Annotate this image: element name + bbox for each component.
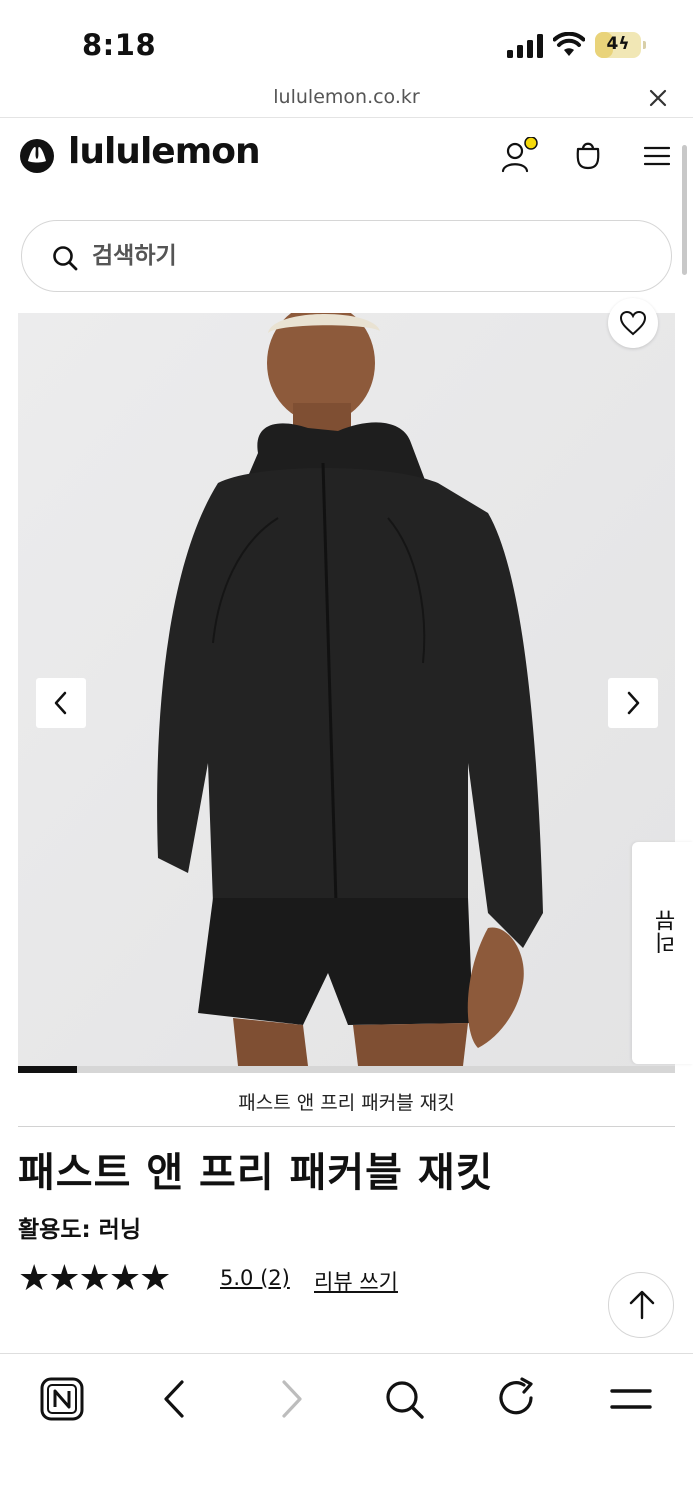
close-icon[interactable] (646, 86, 670, 110)
gallery-next-button[interactable] (608, 678, 658, 728)
tab-n-icon[interactable] (39, 1376, 85, 1422)
gallery-progress-bar (18, 1066, 675, 1073)
battery-level: 4ϟ (606, 34, 630, 54)
battery-icon: 4ϟ (595, 32, 647, 58)
shopping-bag-icon[interactable] (575, 139, 601, 171)
logo-text[interactable]: lululemon (68, 131, 261, 172)
account-icon[interactable] (500, 137, 542, 175)
chevron-left-icon (54, 691, 67, 715)
wishlist-button[interactable] (608, 298, 658, 348)
browser-toolbar (0, 1353, 693, 1500)
product-title: 패스트 앤 프리 패커블 재킷 (18, 1150, 494, 1196)
search-icon (53, 246, 78, 271)
status-bar: 8:18 4ϟ (0, 0, 693, 88)
arrow-up-icon (629, 1290, 655, 1320)
menu-icon[interactable] (644, 145, 670, 167)
menu-icon[interactable] (608, 1376, 654, 1422)
browser-url-bar[interactable]: lululemon.co.kr (0, 80, 693, 118)
notification-dot (524, 137, 538, 150)
lululemon-logo-icon[interactable] (20, 139, 54, 173)
gallery-progress-fill (18, 1066, 78, 1073)
write-review-link[interactable]: 리뷰 쓰기 (314, 1266, 398, 1296)
forward-icon (282, 1380, 302, 1418)
chevron-right-icon (627, 691, 640, 715)
search-input[interactable] (92, 237, 632, 275)
gallery-prev-button[interactable] (36, 678, 86, 728)
back-to-top-button[interactable] (608, 1272, 674, 1338)
review-side-tab[interactable]: 리뷰 (632, 842, 693, 1064)
product-photo (18, 313, 675, 1066)
rating-value-link[interactable]: 5.0 (2) (220, 1266, 290, 1290)
search-box[interactable] (21, 220, 672, 292)
product-activity: 활용도: 러닝 (18, 1217, 142, 1243)
reload-icon[interactable] (494, 1376, 540, 1422)
wifi-icon (553, 32, 585, 56)
back-icon[interactable] (152, 1376, 198, 1422)
review-tab-label: 리뷰 (655, 910, 680, 954)
url-text[interactable]: lululemon.co.kr (0, 86, 693, 108)
image-caption: 패스트 앤 프리 패커블 재킷 (238, 1092, 455, 1114)
page-scrollbar[interactable] (682, 145, 687, 275)
product-image-gallery[interactable] (18, 313, 675, 1066)
cellular-signal-icon (507, 34, 543, 58)
rating-row: ★★★★★ 5.0 (2) 리뷰 쓰기 (18, 1261, 618, 1297)
rating-stars[interactable]: ★★★★★ (18, 1261, 171, 1297)
site-header: lululemon (0, 119, 693, 194)
divider (18, 1126, 675, 1127)
status-time: 8:18 (82, 28, 157, 62)
heart-icon (619, 310, 647, 336)
search-icon[interactable] (381, 1376, 427, 1422)
